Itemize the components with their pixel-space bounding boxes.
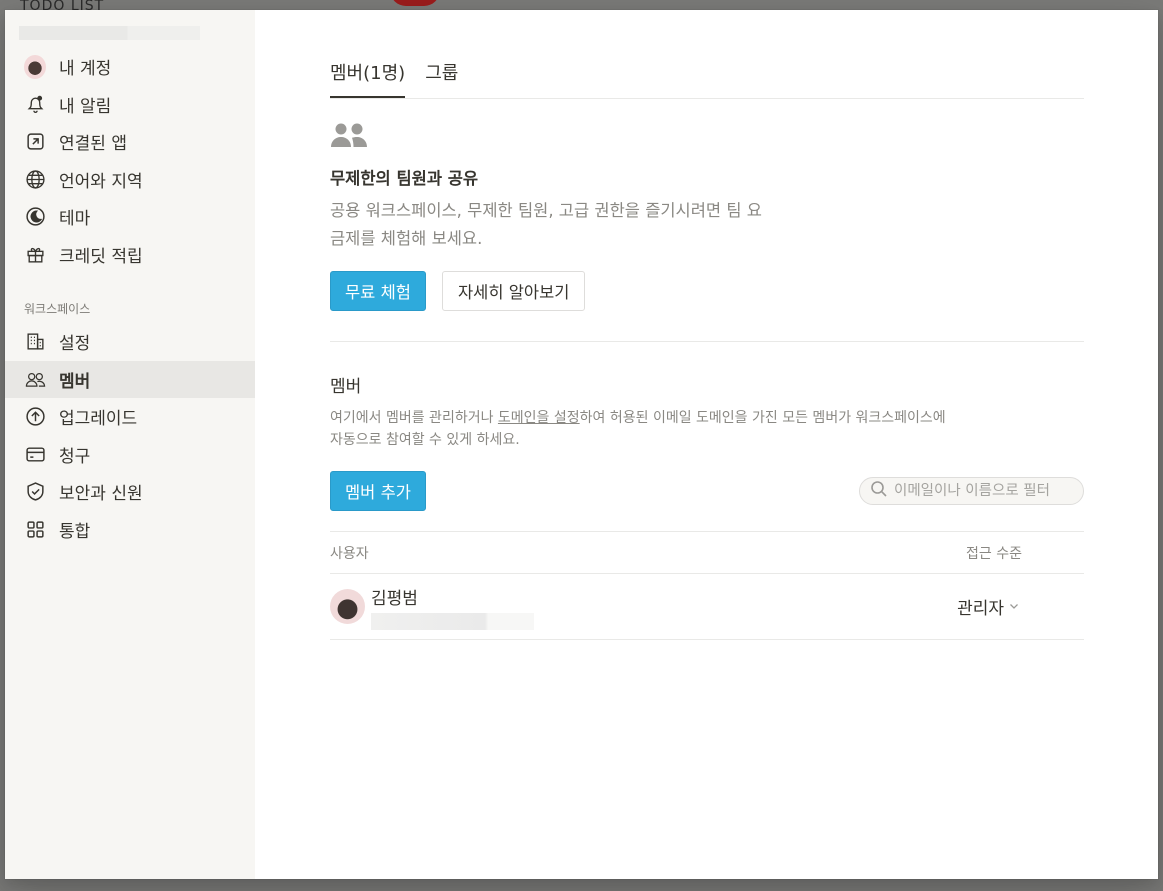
sidebar-item-label: 언어와 지역 (59, 171, 143, 192)
search-input[interactable] (894, 483, 1083, 499)
background-decoration (390, 0, 440, 6)
chevron-down-icon (1004, 597, 1020, 617)
arrow-up-right-box-icon (24, 131, 46, 153)
avatar (330, 589, 365, 624)
shield-check-icon (24, 481, 46, 503)
sidebar-item-notifications[interactable]: 내 알림 (5, 86, 255, 124)
sidebar-item-security[interactable]: 보안과 신원 (5, 473, 255, 511)
column-header-access[interactable]: 접근 수준 (966, 543, 1022, 563)
access-level-value: 관리자 (957, 599, 1004, 619)
globe-icon (24, 168, 46, 190)
sidebar-item-label: 연결된 앱 (59, 134, 127, 155)
people-icon (24, 368, 46, 390)
user-cell: 김평범 (330, 584, 534, 630)
settings-modal: 내 계정 내 알림 연결된 앱 언어와 지역 테마 크레딧 적립 워크스페이스 … (5, 10, 1158, 879)
member-filter[interactable] (859, 477, 1084, 505)
access-level-dropdown[interactable]: 관리자 (957, 594, 1020, 619)
team-people-icon (330, 121, 1084, 151)
sidebar-item-label: 멤버 (59, 371, 91, 392)
user-name: 김평범 (371, 588, 418, 609)
section-divider (330, 341, 1084, 342)
upsell-title: 무제한의 팀원과 공유 (330, 169, 479, 188)
sidebar-item-label: 보안과 신원 (59, 484, 143, 505)
free-trial-button[interactable]: 무료 체험 (330, 271, 426, 311)
sidebar-item-billing[interactable]: 청구 (5, 436, 255, 474)
sidebar-item-label: 크레딧 적립 (59, 246, 143, 267)
sidebar-item-integrations[interactable]: 통합 (5, 511, 255, 549)
bell-icon (24, 93, 46, 115)
sidebar-item-connected-apps[interactable]: 연결된 앱 (5, 123, 255, 161)
account-email-redacted (19, 26, 200, 40)
sidebar-item-upgrade[interactable]: 업그레이드 (5, 398, 255, 436)
members-page: 멤버(1명) 그룹 무제한의 팀원과 공유 공용 워크스페이스, 무제한 팀원,… (255, 10, 1158, 879)
sidebar-item-settings[interactable]: 설정 (5, 323, 255, 361)
building-icon (24, 331, 46, 353)
grid-icon (24, 518, 46, 540)
sidebar-item-credits[interactable]: 크레딧 적립 (5, 236, 255, 274)
sidebar-item-label: 설정 (59, 334, 91, 355)
sidebar-item-label: 청구 (59, 446, 91, 467)
tab-groups[interactable]: 그룹 (425, 59, 458, 98)
sidebar-item-label: 통합 (59, 521, 91, 542)
sidebar-item-label: 내 계정 (59, 59, 112, 80)
arrow-up-circle-icon (24, 406, 46, 428)
members-description-text: 여기에서 멤버를 관리하거나 (330, 410, 498, 426)
settings-sidebar: 내 계정 내 알림 연결된 앱 언어와 지역 테마 크레딧 적립 워크스페이스 … (5, 10, 255, 879)
members-table: 사용자 접근 수준 김평범 관리자 (330, 531, 1084, 640)
members-heading: 멤버 (330, 377, 362, 397)
tab-members[interactable]: 멤버(1명) (330, 59, 406, 98)
gift-icon (24, 243, 46, 265)
sidebar-item-label: 업그레이드 (59, 409, 138, 430)
sidebar-item-label: 내 알림 (59, 96, 112, 117)
user-email-redacted (371, 612, 534, 630)
upsell-description: 공용 워크스페이스, 무제한 팀원, 고급 권한을 즐기시려면 팀 요금제를 체… (330, 201, 762, 248)
sidebar-item-my-account[interactable]: 내 계정 (5, 48, 255, 86)
learn-more-button[interactable]: 자세히 알아보기 (441, 271, 586, 311)
sidebar-item-members[interactable]: 멤버 (5, 360, 255, 398)
avatar (24, 54, 46, 79)
moon-icon (24, 206, 46, 228)
members-tabs: 멤버(1명) 그룹 (330, 10, 1084, 99)
domain-settings-link[interactable]: 도메인을 설정 (498, 410, 580, 426)
add-member-button[interactable]: 멤버 추가 (330, 471, 426, 511)
search-icon (870, 480, 888, 502)
credit-card-icon (24, 443, 46, 465)
sidebar-item-theme[interactable]: 테마 (5, 198, 255, 236)
column-header-user: 사용자 (330, 545, 369, 562)
sidebar-section-workspace: 워크스페이스 (24, 301, 91, 316)
members-description: 여기에서 멤버를 관리하거나 도메인을 설정하여 허용된 이메일 도메인을 가진… (330, 407, 950, 451)
sidebar-item-label: 테마 (59, 209, 91, 230)
table-row: 김평범 관리자 (330, 574, 1084, 640)
sidebar-item-language-region[interactable]: 언어와 지역 (5, 161, 255, 199)
table-header: 사용자 접근 수준 (330, 532, 1084, 574)
